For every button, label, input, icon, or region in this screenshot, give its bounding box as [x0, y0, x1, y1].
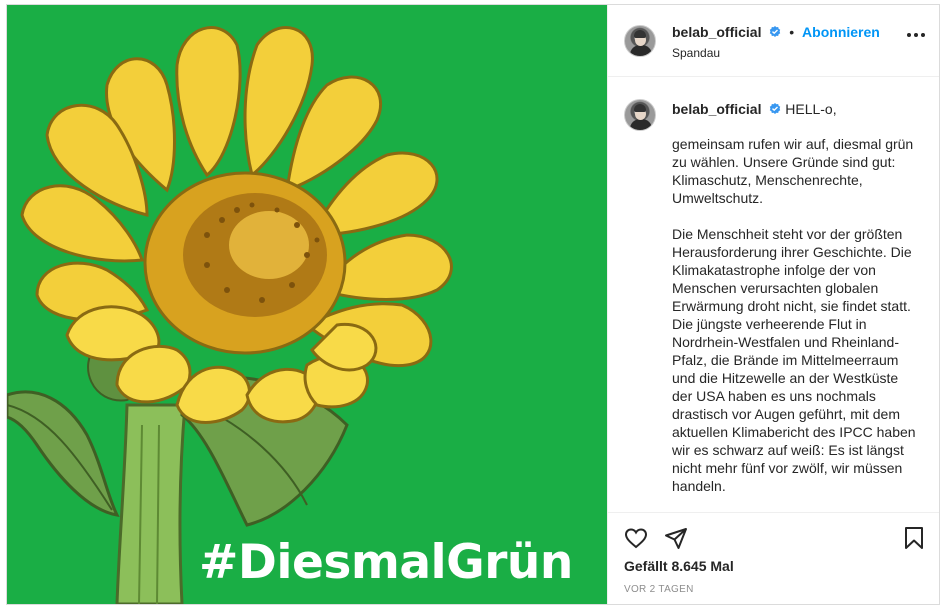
caption-header: belab_official HELL-o, — [672, 101, 837, 117]
caption-paragraph-2: Die Menschheit steht vor der größten Her… — [672, 226, 916, 494]
share-icon[interactable] — [664, 526, 688, 550]
caption-paragraph-1: gemeinsam rufen wir auf, diesmal grün zu… — [672, 136, 914, 206]
post-header: belab_official • Abonnieren Spandau — [608, 5, 939, 77]
caption-area[interactable]: belab_official HELL-o, gemeinsam rufen w… — [608, 77, 939, 512]
post-timestamp[interactable]: VOR 2 TAGEN — [624, 584, 694, 595]
more-dot-3 — [921, 33, 925, 37]
more-options-icon[interactable] — [907, 33, 925, 37]
sunflower-illustration — [7, 26, 453, 604]
caption-avatar[interactable] — [624, 99, 656, 131]
bookmark-icon[interactable] — [903, 526, 925, 550]
post-sidebar: belab_official • Abonnieren Spandau bela… — [607, 5, 939, 604]
action-bar: Gefällt 8.645 Mal VOR 2 TAGEN — [608, 512, 939, 604]
follow-button[interactable]: Abonnieren — [802, 24, 880, 40]
heart-icon[interactable] — [624, 526, 648, 550]
caption-text: gemeinsam rufen wir auf, diesmal grün zu… — [672, 135, 922, 512]
header-line: belab_official • Abonnieren — [672, 24, 880, 40]
avatar-torso — [630, 119, 652, 130]
avatar[interactable] — [624, 25, 656, 57]
location-link[interactable]: Spandau — [672, 46, 720, 60]
hashtag-text: #DiesmalGrün — [199, 535, 573, 590]
username-link[interactable]: belab_official — [672, 24, 761, 40]
avatar-hair — [634, 30, 646, 38]
avatar-torso — [630, 45, 652, 56]
more-dot-2 — [914, 33, 918, 37]
verified-badge-icon — [770, 26, 781, 37]
caption-greeting: HELL-o, — [785, 101, 837, 117]
instagram-post: #DiesmalGrün belab_official • Abonnieren… — [6, 4, 940, 605]
caption-username-link[interactable]: belab_official — [672, 101, 761, 117]
likes-count[interactable]: Gefällt 8.645 Mal — [624, 558, 734, 574]
more-dot-1 — [907, 33, 911, 37]
post-image[interactable]: #DiesmalGrün — [7, 5, 607, 604]
verified-badge-icon — [770, 103, 781, 114]
avatar-hair — [634, 104, 646, 112]
separator-dot: • — [789, 24, 795, 40]
